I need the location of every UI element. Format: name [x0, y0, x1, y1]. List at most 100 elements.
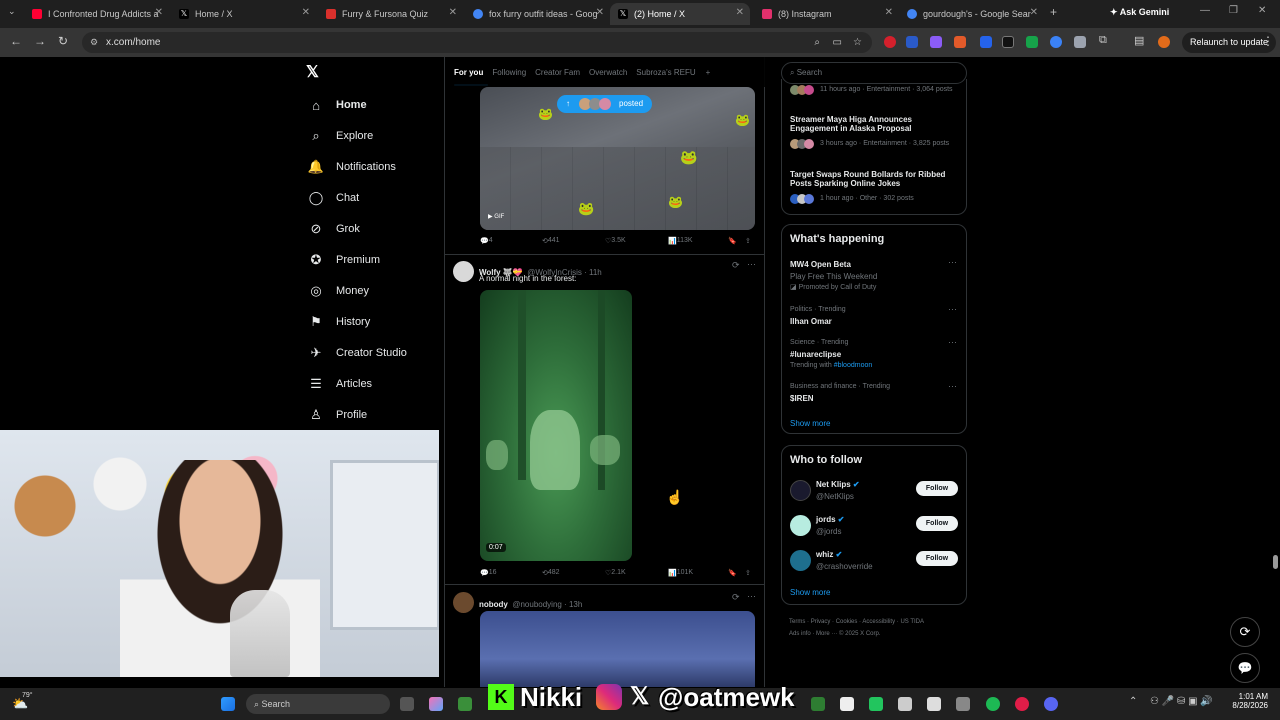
spotify-icon[interactable]	[986, 697, 1000, 711]
footer-link[interactable]: US TIDA	[900, 619, 924, 625]
tray-icons[interactable]: ⚇ 🎤 ⛁ ▣ 🔊	[1150, 696, 1213, 707]
tab-menu-chevron-icon[interactable]: ⌄	[8, 6, 16, 17]
extension-icon[interactable]	[1050, 36, 1062, 48]
more-icon[interactable]: ···	[747, 259, 756, 269]
extension-icon[interactable]	[1002, 36, 1014, 48]
extension-icon[interactable]	[954, 36, 966, 48]
news-title[interactable]: Target Swaps Round Bollards for Ribbed P…	[790, 170, 950, 188]
repost-button[interactable]: ⟲ 482	[542, 569, 560, 577]
app-icon[interactable]	[869, 697, 883, 711]
tab-x-home-active[interactable]: 𝕏 (2) Home / X ✕	[610, 3, 750, 25]
cast-icon[interactable]: ▭	[833, 32, 842, 53]
maximize-icon[interactable]: ❐	[1229, 5, 1238, 16]
close-window-icon[interactable]: ✕	[1258, 5, 1266, 16]
follow-name[interactable]: whiz ✔	[816, 550, 842, 559]
zoom-icon[interactable]: ⌕	[814, 32, 820, 53]
grok-icon[interactable]: ⟳	[732, 260, 740, 271]
app-icon[interactable]	[1015, 697, 1029, 711]
footer-link[interactable]: Terms	[789, 619, 805, 625]
footer-link[interactable]: Accessibility	[862, 619, 895, 625]
views-button[interactable]: 📊 113K	[668, 237, 693, 245]
footer-link[interactable]: Ads info	[789, 631, 811, 637]
like-button[interactable]: ♡ 3.5K	[605, 237, 626, 245]
reply-button[interactable]: 💬 16	[480, 569, 497, 577]
more-icon[interactable]: ···	[948, 381, 957, 391]
task-view-icon[interactable]	[400, 697, 414, 711]
trend-title[interactable]: $IREN	[790, 394, 814, 403]
address-bar[interactable]: ⚙ x.com/home ⌕ ▭ ☆	[82, 32, 872, 53]
clock[interactable]: 1:01 AM 8/28/2026	[1226, 692, 1268, 710]
bookmark-icon[interactable]: 🔖	[728, 237, 737, 245]
close-tab-icon[interactable]: ✕	[596, 7, 604, 18]
nav-item-articles[interactable]: ☰ Articles	[308, 376, 372, 392]
nav-item-money[interactable]: ◎ Money	[308, 283, 369, 299]
nav-item-creator-studio[interactable]: ✈ Creator Studio	[308, 345, 407, 361]
close-tab-icon[interactable]: ✕	[736, 7, 744, 18]
nav-item-history[interactable]: ⚑ History	[308, 314, 370, 330]
show-more-link[interactable]: Show more	[790, 419, 830, 428]
page-scrollbar[interactable]	[1270, 57, 1280, 687]
tab-for-you[interactable]: For you	[454, 68, 483, 77]
posted-pill[interactable]: ↑ posted	[557, 95, 652, 113]
follow-button[interactable]: Follow	[916, 551, 958, 566]
footer-link[interactable]: Privacy	[811, 619, 831, 625]
nav-item-premium[interactable]: ✪ Premium	[308, 252, 380, 268]
footer-link[interactable]: More ···	[816, 631, 837, 637]
show-more-link[interactable]: Show more	[790, 588, 830, 597]
tab-furry-quiz[interactable]: Furry & Fursona Quiz ✕	[318, 3, 463, 25]
share-icon[interactable]: ⇪	[745, 569, 751, 577]
x-logo-icon[interactable]: 𝕏	[306, 62, 319, 82]
reply-button[interactable]: 💬 4	[480, 237, 493, 245]
extension-icon[interactable]	[884, 36, 896, 48]
tab-creator-fam[interactable]: Creator Fam	[535, 68, 580, 77]
tab-youtube[interactable]: I Confronted Drug Addicts a ✕	[24, 3, 169, 25]
tab-subroza[interactable]: Subroza's REFU	[636, 68, 695, 77]
trend-title[interactable]: Ilhan Omar	[790, 317, 832, 326]
tray-chevron-icon[interactable]: ⌃	[1129, 696, 1137, 707]
reload-icon[interactable]: ↻	[58, 34, 68, 48]
nav-item-home[interactable]: ⌂ Home	[308, 97, 367, 113]
avatar[interactable]	[453, 592, 474, 613]
bookmark-star-icon[interactable]: ☆	[853, 32, 862, 53]
follow-button[interactable]: Follow	[916, 481, 958, 496]
avatar[interactable]	[790, 480, 811, 501]
tab-instagram[interactable]: (8) Instagram ✕	[754, 3, 899, 25]
scrollbar-thumb[interactable]	[1273, 555, 1278, 569]
close-tab-icon[interactable]: ✕	[302, 7, 310, 18]
post-video[interactable]: 0:07	[480, 290, 632, 561]
add-tab-icon[interactable]: +	[706, 68, 711, 77]
app-icon[interactable]	[956, 697, 970, 711]
trend-title[interactable]: MW4 Open Beta	[790, 260, 851, 269]
grok-float-button[interactable]: ⟳	[1230, 617, 1260, 647]
messages-float-button[interactable]: 💬	[1230, 653, 1260, 683]
nav-item-chat[interactable]: ◯ Chat	[308, 190, 360, 206]
footer-link[interactable]: Cookies	[836, 619, 858, 625]
tab-overwatch[interactable]: Overwatch	[589, 68, 627, 77]
tab-following[interactable]: Following	[492, 68, 526, 77]
post-image[interactable]	[480, 611, 755, 687]
minimize-icon[interactable]: —	[1200, 5, 1210, 16]
taskbar-search[interactable]: ⌕ Search	[246, 694, 390, 714]
bookmark-icon[interactable]: 🔖	[728, 569, 737, 577]
nav-item-grok[interactable]: ⊘ Grok	[308, 221, 360, 237]
follow-button[interactable]: Follow	[916, 516, 958, 531]
app-icon[interactable]	[927, 697, 941, 711]
trend-title[interactable]: #lunareclipse	[790, 350, 841, 359]
avatar[interactable]	[453, 261, 474, 282]
more-icon[interactable]: ···	[747, 591, 756, 601]
profile-avatar-icon[interactable]	[1158, 36, 1170, 48]
forward-icon[interactable]: →	[34, 34, 46, 48]
news-title[interactable]: Streamer Maya Higa Announces Engagement …	[790, 115, 930, 133]
nav-item-notifications[interactable]: 🔔 Notifications	[308, 159, 396, 175]
author-name[interactable]: nobody	[479, 600, 508, 609]
app-icon[interactable]	[840, 697, 854, 711]
discord-icon[interactable]	[1044, 697, 1058, 711]
close-tab-icon[interactable]: ✕	[885, 7, 893, 18]
new-tab-icon[interactable]: +	[1050, 5, 1057, 19]
copilot-icon[interactable]	[429, 697, 443, 711]
browser-menu-icon[interactable]: ⋮	[1262, 34, 1274, 48]
close-tab-icon[interactable]: ✕	[155, 7, 163, 18]
tab-google-gourdough[interactable]: gourdough's - Google Sear ✕	[899, 3, 1044, 25]
avatar[interactable]	[790, 550, 811, 571]
more-icon[interactable]: ···	[948, 337, 957, 347]
